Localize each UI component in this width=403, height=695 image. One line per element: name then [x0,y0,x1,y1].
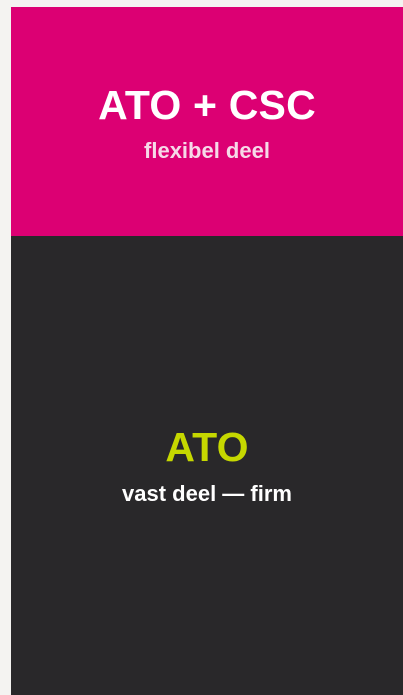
fixed-part-block: ATO vast deel — firm [11,236,403,695]
fixed-part-subtitle: vast deel — firm [122,480,292,506]
flexible-part-title: ATO + CSC [98,82,316,128]
diagram-frame: ATO + CSC flexibel deel ATO vast deel — … [11,7,403,695]
flexible-part-subtitle: flexibel deel [144,138,270,163]
flexible-part-block: ATO + CSC flexibel deel [11,7,403,236]
fixed-part-title: ATO [165,423,249,470]
